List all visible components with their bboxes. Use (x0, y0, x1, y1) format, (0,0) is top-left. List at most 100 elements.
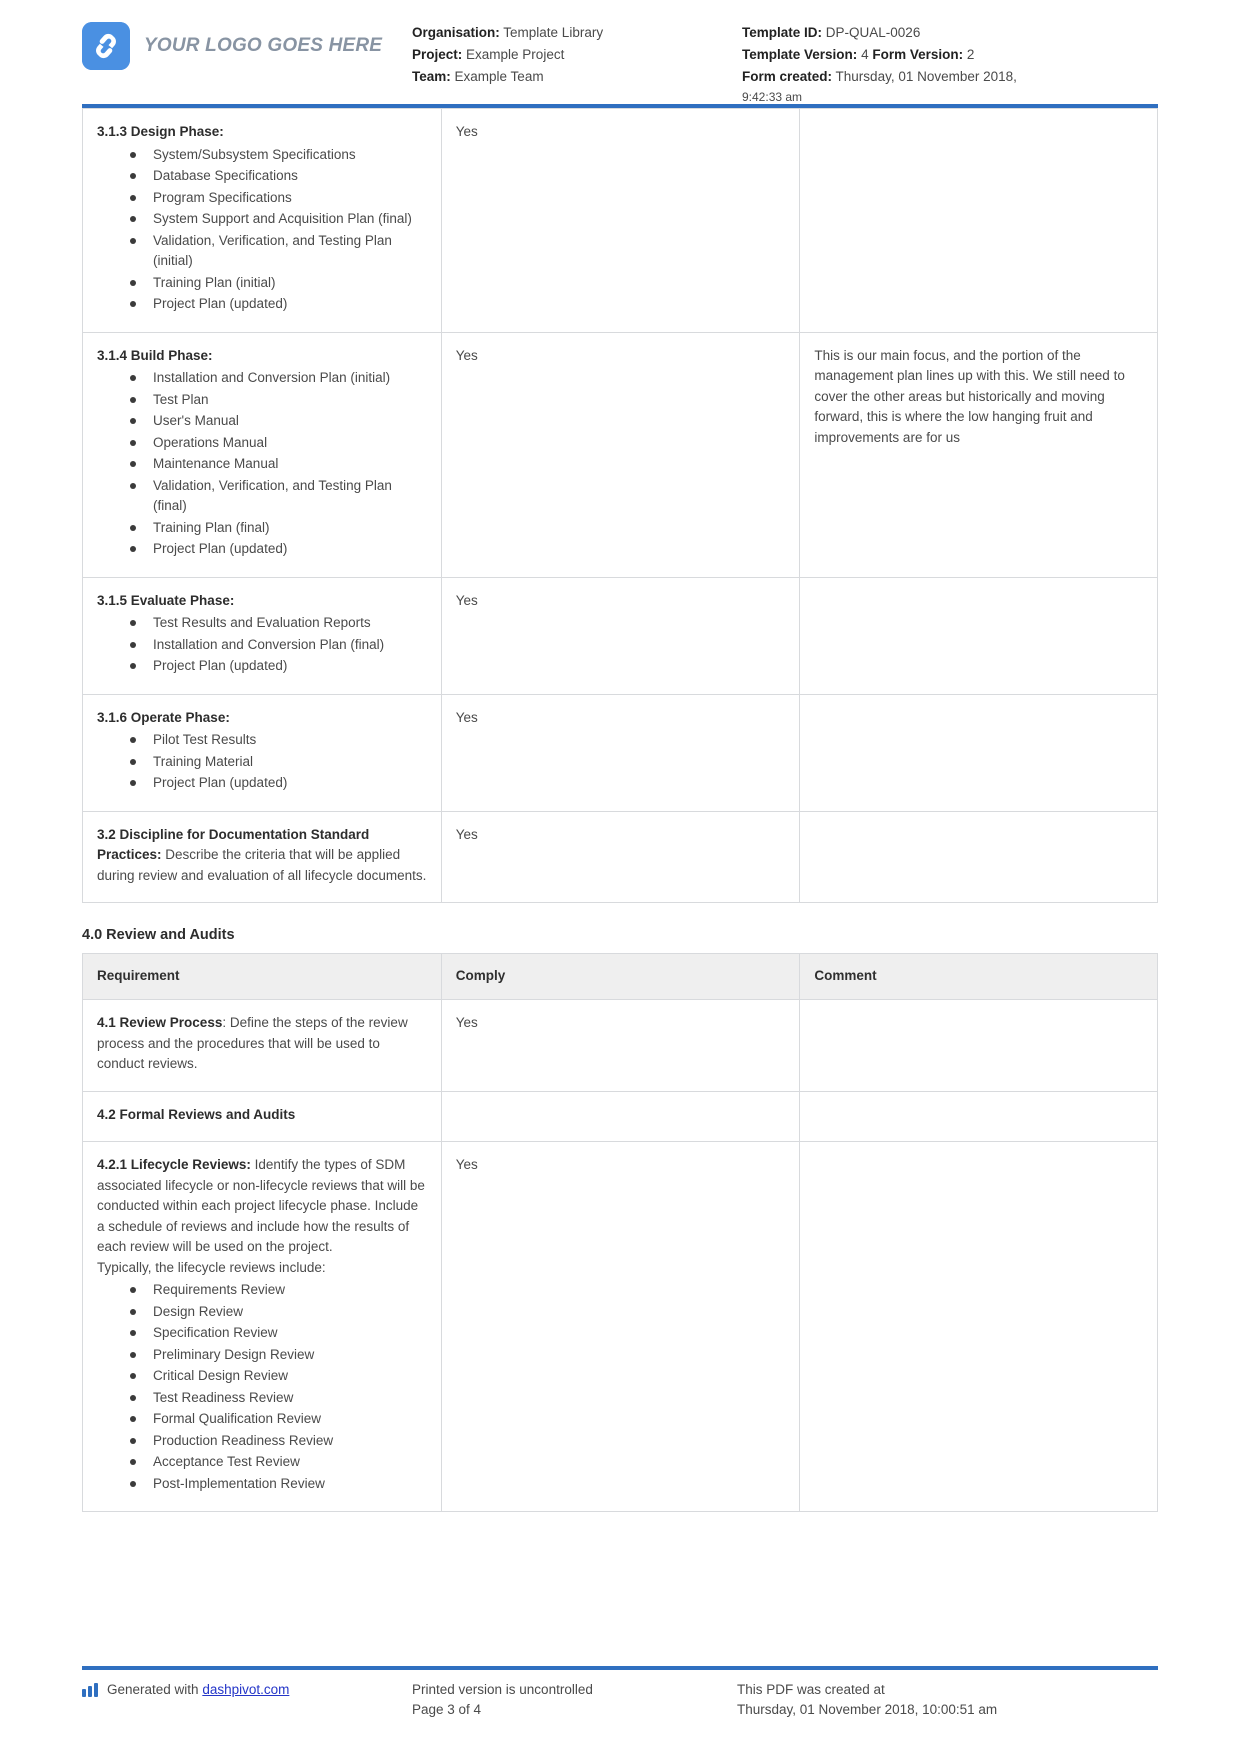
list-item: Project Plan (updated) (130, 656, 427, 677)
row-title: 4.2.1 Lifecycle Reviews: (97, 1157, 251, 1173)
template-version-label: Template Version: (742, 46, 858, 62)
comply-cell: Yes (440, 331, 801, 578)
template-version-value: 4 (861, 46, 869, 62)
list-item: Pilot Test Results (130, 730, 427, 751)
bullet-list-lead: Typically, the lifecycle reviews include… (97, 1259, 326, 1275)
table-row: 3.1.6 Operate Phase: Pilot Test Results … (82, 693, 1158, 812)
table-row: 3.1.3 Design Phase: System/Subsystem Spe… (82, 108, 1158, 333)
list-item: Test Readiness Review (130, 1388, 427, 1409)
requirement-cell: 3.1.6 Operate Phase: Pilot Test Results … (82, 693, 442, 812)
requirement-cell: 3.2 Discipline for Documentation Standar… (82, 810, 442, 904)
requirement-cell: 3.1.5 Evaluate Phase: Test Results and E… (82, 576, 442, 695)
comply-cell: Yes (440, 576, 801, 695)
list-item: User's Manual (130, 411, 427, 432)
comment-cell (799, 1141, 1158, 1513)
generated-prefix: Generated with (107, 1681, 203, 1697)
form-created-value: Thursday, 01 November 2018, (835, 68, 1017, 84)
bullet-list: Installation and Conversion Plan (initia… (97, 368, 427, 560)
table-row: 4.2 Formal Reviews and Audits (82, 1090, 1158, 1143)
organisation-label: Organisation: (412, 25, 500, 40)
logo-block: YOUR LOGO GOES HERE (82, 22, 412, 70)
footer-generated-block: Generated with dashpivot.com (82, 1680, 412, 1721)
section-four-table: Requirement Comply Comment 4.1 Review Pr… (82, 953, 1158, 1513)
list-item: Test Results and Evaluation Reports (130, 613, 427, 634)
bullet-list: System/Subsystem Specifications Database… (97, 145, 427, 315)
column-header-comply: Comply (440, 953, 801, 1000)
comment-cell (799, 1090, 1158, 1143)
list-item: System/Subsystem Specifications (130, 145, 427, 166)
list-item: Post-Implementation Review (130, 1474, 427, 1495)
version-line: Template Version: 4 Form Version: 2 (742, 44, 1158, 66)
list-item: Formal Qualification Review (130, 1409, 427, 1430)
comment-cell (799, 693, 1158, 812)
comply-cell (440, 1090, 801, 1143)
template-id-value: DP-QUAL-0026 (825, 25, 921, 40)
project-label: Project: (412, 46, 463, 62)
table-row: 3.1.5 Evaluate Phase: Test Results and E… (82, 576, 1158, 695)
header-meta-right: Template ID: DP-QUAL-0026 Template Versi… (742, 22, 1158, 107)
list-item: Validation, Verification, and Testing Pl… (130, 476, 427, 517)
list-item: Design Review (130, 1302, 427, 1323)
section-three-table: 3.1.3 Design Phase: System/Subsystem Spe… (82, 108, 1158, 904)
team-value: Example Team (454, 68, 544, 84)
list-item: Project Plan (updated) (130, 294, 427, 315)
list-item: Database Specifications (130, 166, 427, 187)
organisation-line: Organisation: Template Library (412, 22, 742, 44)
list-item: Program Specifications (130, 188, 427, 209)
requirement-cell: 3.1.3 Design Phase: System/Subsystem Spe… (82, 108, 442, 333)
organisation-value: Template Library (503, 25, 604, 40)
list-item: Acceptance Test Review (130, 1452, 427, 1473)
comment-cell (799, 998, 1158, 1092)
form-created-time: 9:42:33 am (742, 89, 803, 104)
list-item: Training Material (130, 752, 427, 773)
list-item: Requirements Review (130, 1280, 427, 1301)
table-row: 4.1 Review Process: Define the steps of … (82, 998, 1158, 1092)
comply-cell: Yes (440, 810, 801, 904)
form-version-value: 2 (966, 46, 975, 62)
printed-notice: Printed version is uncontrolled (412, 1681, 593, 1697)
company-logo-icon (82, 22, 130, 70)
footer-generated-text: Generated with dashpivot.com (107, 1680, 289, 1700)
list-item: Maintenance Manual (130, 454, 427, 475)
page-number: Page 3 of 4 (412, 1701, 482, 1717)
comply-cell: Yes (440, 1141, 801, 1513)
comment-cell (799, 810, 1158, 904)
column-header-comment: Comment (799, 953, 1158, 1000)
row-title: 3.1.5 Evaluate Phase: (97, 592, 235, 608)
list-item: Project Plan (updated) (130, 773, 427, 794)
bar-chart-icon (82, 1682, 99, 1697)
row-title: 3.1.3 Design Phase: (97, 124, 224, 139)
table-row: 3.2 Discipline for Documentation Standar… (82, 810, 1158, 904)
page-title: 4.0 Review and Audits (82, 927, 235, 944)
page-footer: Generated with dashpivot.com Printed ver… (0, 1665, 1240, 1721)
requirement-cell: 4.2 Formal Reviews and Audits (82, 1090, 442, 1143)
template-id-line: Template ID: DP-QUAL-0026 (742, 22, 1158, 44)
list-item: Specification Review (130, 1323, 427, 1344)
template-id-label: Template ID: (742, 25, 823, 40)
team-line: Team: Example Team (412, 66, 742, 88)
form-created-line: Form created: Thursday, 01 November 2018… (742, 66, 1158, 88)
form-created-label: Form created: (742, 68, 833, 84)
column-header-requirement: Requirement (82, 953, 442, 1000)
comment-cell: This is our main focus, and the portion … (799, 331, 1158, 578)
list-item: Installation and Conversion Plan (final) (130, 635, 427, 656)
logo-text: YOUR LOGO GOES HERE (144, 35, 383, 56)
project-value: Example Project (466, 46, 565, 62)
requirement-cell: 4.1 Review Process: Define the steps of … (82, 998, 442, 1092)
list-item: Operations Manual (130, 433, 427, 454)
document-page: YOUR LOGO GOES HERE Organisation: Templa… (0, 0, 1240, 1754)
project-line: Project: Example Project (412, 44, 742, 66)
comply-cell: Yes (440, 998, 801, 1092)
comply-cell: Yes (440, 108, 801, 333)
dashpivot-link[interactable]: dashpivot.com (202, 1682, 289, 1697)
footer-created-block: This PDF was created at Thursday, 01 Nov… (737, 1680, 1158, 1721)
list-item: Preliminary Design Review (130, 1345, 427, 1366)
page-header: YOUR LOGO GOES HERE Organisation: Templa… (0, 0, 1240, 104)
table-header-row: Requirement Comply Comment (82, 953, 1158, 1000)
comply-cell: Yes (440, 693, 801, 812)
document-body: 3.1.3 Design Phase: System/Subsystem Spe… (0, 108, 1240, 1513)
table-row: 3.1.4 Build Phase: Installation and Conv… (82, 331, 1158, 578)
list-item: Installation and Conversion Plan (initia… (130, 368, 427, 389)
footer-print-block: Printed version is uncontrolled Page 3 o… (412, 1680, 737, 1721)
requirement-cell: 3.1.4 Build Phase: Installation and Conv… (82, 331, 442, 578)
